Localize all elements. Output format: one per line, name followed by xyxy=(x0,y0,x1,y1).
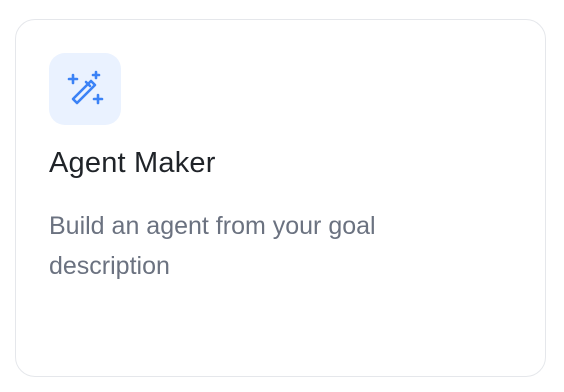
magic-wand-icon xyxy=(67,70,104,105)
icon-tile xyxy=(49,53,121,125)
card-description: Build an agent from your goal descriptio… xyxy=(49,212,376,280)
card-title: Agent Maker xyxy=(49,147,216,179)
agent-maker-card[interactable]: Agent Maker Build an agent from your goa… xyxy=(15,19,546,377)
